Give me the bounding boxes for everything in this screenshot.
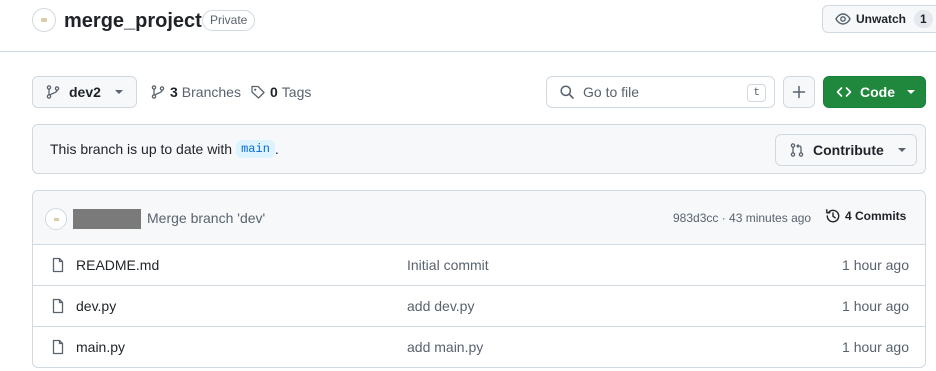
branch-name: dev2 xyxy=(69,84,101,100)
go-to-file-input[interactable] xyxy=(583,84,733,100)
tags-count: 0 xyxy=(270,84,278,100)
branches-link[interactable]: 3 Branches xyxy=(150,76,241,108)
search-icon xyxy=(560,85,574,99)
commits-history-link[interactable]: 4 Commits xyxy=(825,208,906,224)
file-commit-time: 1 hour ago xyxy=(842,298,909,314)
chevron-down-icon xyxy=(907,90,915,94)
branches-label: Branches xyxy=(181,84,241,100)
file-name[interactable]: README.md xyxy=(76,257,159,273)
contribute-button[interactable]: Contribute xyxy=(775,134,917,166)
go-to-file-search[interactable]: t xyxy=(546,76,775,108)
tag-icon xyxy=(251,85,265,99)
watch-counter: 1 xyxy=(914,10,933,28)
plus-icon xyxy=(792,85,806,99)
branch-status-text: This branch is up to date with main . xyxy=(50,140,279,158)
repo-header: merge_project Private Unwatch 1 xyxy=(0,0,936,52)
file-icon xyxy=(52,339,64,355)
code-label: Code xyxy=(860,84,895,100)
commit-author-avatar[interactable] xyxy=(45,208,67,230)
file-commit-time: 1 hour ago xyxy=(842,339,909,355)
branches-count: 3 xyxy=(170,84,178,100)
owner-avatar[interactable] xyxy=(32,8,56,32)
unwatch-button[interactable]: Unwatch 1 xyxy=(822,5,936,33)
eye-icon xyxy=(835,13,851,25)
git-branch-icon xyxy=(46,85,60,99)
status-message: This branch is up to date with xyxy=(50,141,233,157)
file-name[interactable]: dev.py xyxy=(76,298,116,314)
latest-commit-bar: Merge branch 'dev' 983d3cc · 43 minutes … xyxy=(33,191,925,245)
file-list: Merge branch 'dev' 983d3cc · 43 minutes … xyxy=(32,190,926,368)
file-commit-message[interactable]: Initial commit xyxy=(407,257,489,273)
file-commit-time: 1 hour ago xyxy=(842,257,909,273)
file-icon xyxy=(52,257,64,273)
file-icon xyxy=(52,298,64,314)
file-commit-message[interactable]: add main.py xyxy=(407,339,483,355)
unwatch-label: Unwatch xyxy=(856,12,907,26)
chevron-down-icon xyxy=(897,148,906,152)
code-button[interactable]: Code xyxy=(823,76,926,108)
visibility-badge: Private xyxy=(202,10,256,31)
latest-commit-meta[interactable]: 983d3cc · 43 minutes ago xyxy=(673,211,811,225)
latest-commit-message[interactable]: Merge branch 'dev' xyxy=(147,210,265,226)
chevron-down-icon xyxy=(114,90,123,94)
base-branch-link[interactable]: main xyxy=(236,140,275,158)
history-icon xyxy=(826,209,840,223)
tags-link[interactable]: 0 Tags xyxy=(250,76,311,108)
repo-name[interactable]: merge_project xyxy=(64,8,202,34)
code-icon xyxy=(836,87,852,97)
tags-label: Tags xyxy=(281,84,312,100)
git-branch-icon xyxy=(151,85,165,99)
file-name[interactable]: main.py xyxy=(76,339,125,355)
status-period: . xyxy=(274,141,279,157)
pull-request-icon xyxy=(790,143,804,157)
keyboard-shortcut-hint: t xyxy=(747,84,766,102)
add-file-button[interactable] xyxy=(783,76,815,108)
branch-status-box: This branch is up to date with main . Co… xyxy=(32,124,926,174)
contribute-label: Contribute xyxy=(813,142,884,158)
file-row[interactable]: README.md Initial commit 1 hour ago xyxy=(33,245,925,286)
commits-count-label: 4 Commits xyxy=(845,209,907,223)
file-row[interactable]: main.py add main.py 1 hour ago xyxy=(33,327,925,367)
branch-selector-button[interactable]: dev2 xyxy=(32,76,137,108)
commit-author-redacted xyxy=(73,209,141,229)
file-commit-message[interactable]: add dev.py xyxy=(407,298,474,314)
file-row[interactable]: dev.py add dev.py 1 hour ago xyxy=(33,286,925,327)
